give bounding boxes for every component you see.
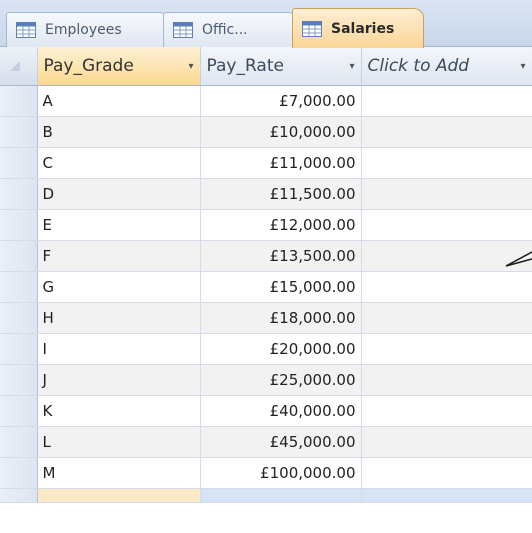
cell-pay-rate[interactable]: £10,000.00: [200, 116, 362, 148]
row-selector[interactable]: [0, 395, 38, 427]
cell-empty[interactable]: [361, 209, 532, 241]
cell-empty[interactable]: [361, 333, 532, 365]
cell-pay-grade[interactable]: J: [37, 364, 201, 396]
cell-empty[interactable]: [361, 302, 532, 334]
column-header-label: Click to Add: [367, 56, 470, 76]
row-selector[interactable]: [0, 457, 38, 489]
document-tab-strip: Employees Offic... Salaries: [0, 0, 532, 48]
table-icon: [302, 20, 322, 37]
cell-pay-grade[interactable]: K: [37, 395, 201, 427]
tab-salaries-label: Salaries: [331, 20, 395, 37]
row-selector[interactable]: [0, 271, 38, 303]
row-selector[interactable]: [0, 147, 38, 179]
cell-pay-rate[interactable]: £40,000.00: [200, 395, 362, 427]
cell-empty[interactable]: [361, 116, 532, 148]
dropdown-arrow-icon[interactable]: ▾: [349, 61, 354, 72]
cell-empty[interactable]: [361, 147, 532, 179]
cell-pay-grade[interactable]: G: [37, 271, 201, 303]
table-row[interactable]: I £20,000.00: [0, 333, 532, 365]
cell-new-pay-rate[interactable]: [200, 488, 362, 503]
column-header-label: Pay_Grade: [43, 56, 134, 76]
row-selector[interactable]: [0, 302, 38, 334]
table-row[interactable]: C £11,000.00: [0, 147, 532, 179]
cell-pay-rate[interactable]: £15,000.00: [200, 271, 362, 303]
table-row[interactable]: D £11,500.00: [0, 178, 532, 210]
table-icon: [16, 22, 36, 38]
cell-empty[interactable]: [361, 457, 532, 489]
cell-pay-grade[interactable]: A: [37, 85, 201, 117]
select-all-triangle-icon: [10, 61, 20, 71]
table-row[interactable]: L £45,000.00: [0, 426, 532, 458]
column-header-pay-grade[interactable]: Pay_Grade ▾: [37, 47, 201, 86]
cell-pay-grade[interactable]: H: [37, 302, 201, 334]
row-selector[interactable]: [0, 333, 38, 365]
cell-pay-rate[interactable]: £45,000.00: [200, 426, 362, 458]
tab-salaries[interactable]: Salaries: [292, 8, 424, 48]
row-selector[interactable]: [0, 85, 38, 117]
cell-empty[interactable]: [361, 271, 532, 303]
cell-pay-grade[interactable]: B: [37, 116, 201, 148]
cell-empty[interactable]: [361, 426, 532, 458]
cell-pay-grade[interactable]: C: [37, 147, 201, 179]
cell-pay-grade[interactable]: F: [37, 240, 201, 272]
cell-pay-grade[interactable]: M: [37, 457, 201, 489]
cell-new-pay-grade[interactable]: [37, 488, 201, 503]
dropdown-arrow-icon[interactable]: ▾: [520, 61, 525, 72]
row-selector[interactable]: [0, 488, 38, 503]
tab-employees-label: Employees: [45, 22, 122, 38]
cell-empty[interactable]: [361, 395, 532, 427]
table-row[interactable]: H £18,000.00: [0, 302, 532, 334]
cell-pay-rate[interactable]: £11,500.00: [200, 178, 362, 210]
table-row[interactable]: M £100,000.00: [0, 457, 532, 489]
table-row[interactable]: K £40,000.00: [0, 395, 532, 427]
table-row[interactable]: F £13,500.00: [0, 240, 532, 272]
row-selector[interactable]: [0, 116, 38, 148]
access-datasheet-window: Employees Offic... Salaries Pay_Grade ▾ …: [0, 0, 532, 533]
cell-pay-rate[interactable]: £12,000.00: [200, 209, 362, 241]
tab-offices-label: Offic...: [202, 22, 248, 38]
row-selector[interactable]: [0, 209, 38, 241]
cell-pay-rate[interactable]: £18,000.00: [200, 302, 362, 334]
new-record-row[interactable]: [0, 488, 532, 503]
cell-empty[interactable]: [361, 85, 532, 117]
dropdown-arrow-icon[interactable]: ▾: [188, 61, 193, 72]
cell-pay-rate[interactable]: £20,000.00: [200, 333, 362, 365]
cell-pay-grade[interactable]: I: [37, 333, 201, 365]
table-row[interactable]: E £12,000.00: [0, 209, 532, 241]
table-row[interactable]: B £10,000.00: [0, 116, 532, 148]
salaries-datasheet: Pay_Grade ▾ Pay_Rate ▾ Click to Add ▾ A …: [0, 47, 532, 503]
header-row: Pay_Grade ▾ Pay_Rate ▾ Click to Add ▾: [0, 47, 532, 86]
row-selector[interactable]: [0, 364, 38, 396]
table-row[interactable]: A £7,000.00: [0, 85, 532, 117]
tab-employees[interactable]: Employees: [6, 12, 169, 47]
tab-offices[interactable]: Offic...: [163, 12, 298, 47]
column-header-label: Pay_Rate: [206, 56, 284, 76]
cell-pay-grade[interactable]: E: [37, 209, 201, 241]
row-selector[interactable]: [0, 240, 38, 272]
cell-pay-rate[interactable]: £11,000.00: [200, 147, 362, 179]
cell-empty[interactable]: [361, 178, 532, 210]
table-icon: [173, 22, 193, 38]
column-header-pay-rate[interactable]: Pay_Rate ▾: [200, 47, 362, 86]
cell-pay-rate[interactable]: £7,000.00: [200, 85, 362, 117]
table-row[interactable]: J £25,000.00: [0, 364, 532, 396]
cell-pay-rate[interactable]: £13,500.00: [200, 240, 362, 272]
cell-pay-grade[interactable]: D: [37, 178, 201, 210]
column-header-click-to-add[interactable]: Click to Add ▾: [361, 47, 532, 86]
table-row[interactable]: G £15,000.00: [0, 271, 532, 303]
row-selector[interactable]: [0, 178, 38, 210]
select-all-corner[interactable]: [0, 47, 38, 86]
callout-pointer-line: [505, 251, 532, 267]
cell-new-empty[interactable]: [361, 488, 532, 503]
row-selector[interactable]: [0, 426, 38, 458]
cell-pay-rate[interactable]: £100,000.00: [200, 457, 362, 489]
cell-empty[interactable]: [361, 364, 532, 396]
cell-pay-rate[interactable]: £25,000.00: [200, 364, 362, 396]
cell-pay-grade[interactable]: L: [37, 426, 201, 458]
